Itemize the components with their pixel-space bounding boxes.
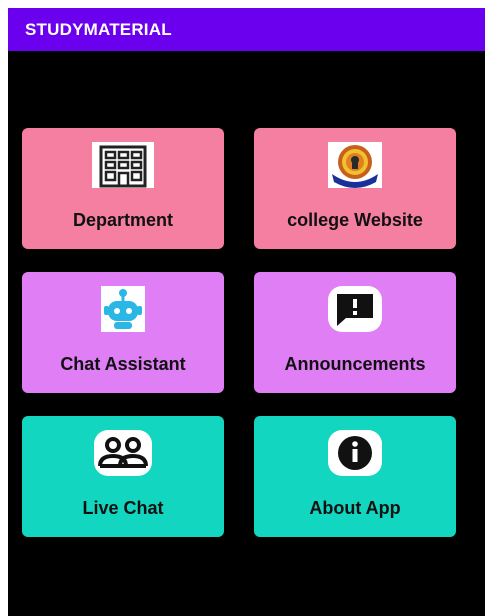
college-logo-icon: [320, 140, 390, 190]
people-icon: [88, 428, 158, 478]
info-icon: [320, 428, 390, 478]
building-icon: [88, 140, 158, 190]
app-screen: STUDYMATERIAL Department college Website…: [8, 8, 485, 616]
college-website-label: college Website: [287, 210, 423, 230]
live-chat-label: Live Chat: [82, 498, 164, 518]
app-bar-title: STUDYMATERIAL: [8, 8, 485, 51]
live-chat-card[interactable]: Live Chat: [22, 416, 224, 537]
college-website-card[interactable]: college Website: [254, 128, 456, 249]
chat-assistant-label: Chat Assistant: [60, 354, 186, 374]
robot-icon: [88, 284, 158, 334]
department-card[interactable]: Department: [22, 128, 224, 249]
about-app-card[interactable]: About App: [254, 416, 456, 537]
announcements-card[interactable]: Announcements: [254, 272, 456, 393]
department-label: Department: [72, 210, 174, 230]
about-app-label: About App: [309, 498, 401, 518]
announcement-icon: [320, 284, 390, 334]
chat-assistant-card[interactable]: Chat Assistant: [22, 272, 224, 393]
announcements-label: Announcements: [284, 354, 426, 374]
